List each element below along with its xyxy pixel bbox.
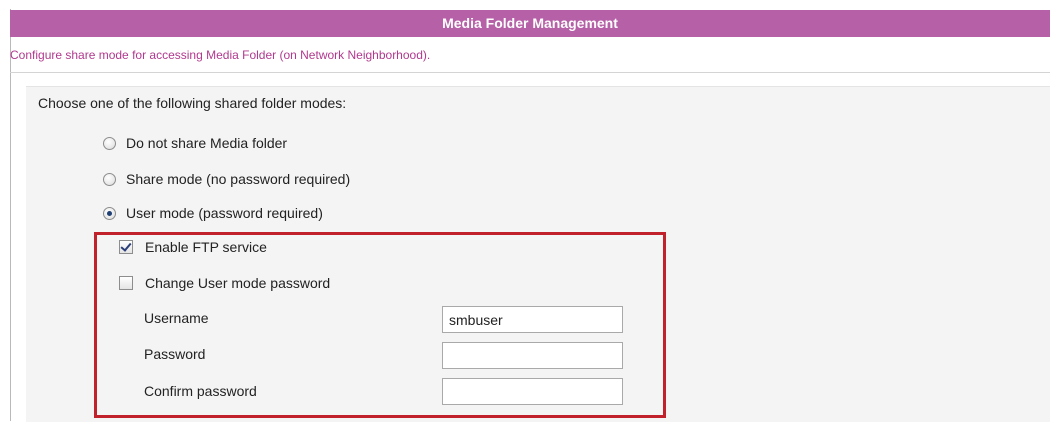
enable-ftp-label: Enable FTP service	[145, 239, 267, 255]
radio-user-mode[interactable]	[103, 206, 116, 220]
radio-option-user-mode[interactable]: User mode (password required)	[103, 203, 323, 223]
radio-option-share-mode[interactable]: Share mode (no password required)	[103, 169, 350, 189]
username-field[interactable]	[442, 306, 623, 333]
password-field[interactable]	[442, 342, 623, 369]
page-title: Media Folder Management	[442, 15, 618, 31]
confirm-password-label: Confirm password	[144, 383, 257, 399]
radio-option-no-share[interactable]: Do not share Media folder	[103, 133, 287, 153]
enable-ftp-option[interactable]: Enable FTP service	[119, 237, 267, 257]
confirm-password-field[interactable]	[442, 378, 623, 405]
title-bar-top-strip	[10, 0, 1050, 9]
enable-ftp-checkbox[interactable]	[119, 240, 133, 254]
change-password-option[interactable]: Change User mode password	[119, 273, 330, 293]
radio-label-no-share: Do not share Media folder	[126, 135, 288, 151]
page-description: Configure share mode for accessing Media…	[10, 48, 431, 62]
divider	[10, 72, 1050, 73]
change-password-label: Change User mode password	[145, 275, 331, 291]
username-label: Username	[144, 310, 209, 326]
radio-label-user-mode: User mode (password required)	[126, 205, 323, 221]
radio-no-share[interactable]	[103, 136, 116, 150]
title-bar: Media Folder Management	[10, 0, 1050, 37]
password-label: Password	[144, 346, 206, 362]
radio-share-mode[interactable]	[103, 172, 116, 186]
share-mode-prompt: Choose one of the following shared folde…	[38, 95, 347, 111]
change-password-checkbox[interactable]	[119, 276, 133, 290]
radio-label-share-mode: Share mode (no password required)	[126, 171, 351, 187]
